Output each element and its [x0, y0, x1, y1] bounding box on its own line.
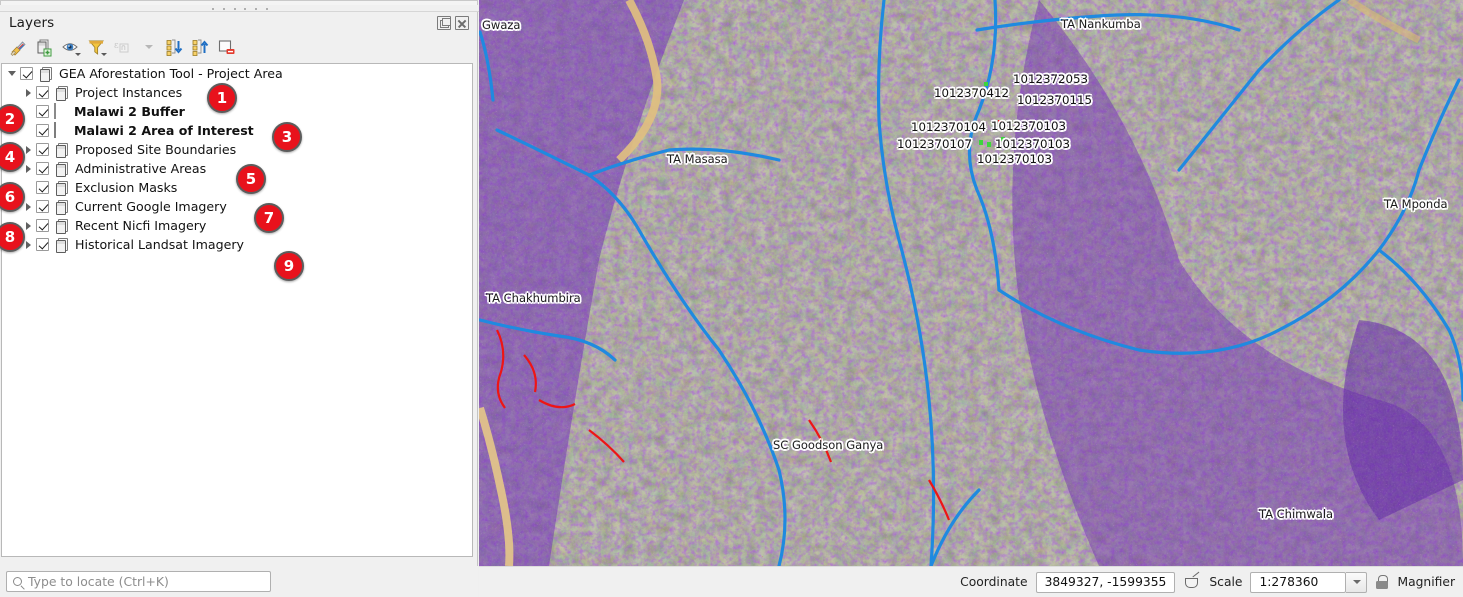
panel-title: Layers	[9, 15, 55, 31]
svg-text:ε: ε	[114, 41, 119, 51]
scale-dropdown-button[interactable]	[1346, 571, 1368, 593]
layer-row[interactable]: Project Instances	[2, 83, 472, 102]
locator-placeholder: Type to locate (Ctrl+K)	[28, 574, 169, 589]
layer-visibility-checkbox[interactable]	[36, 105, 49, 118]
layer-row[interactable]: Proposed Site Boundaries	[2, 140, 472, 159]
panel-splitter-strip	[0, 0, 480, 12]
panel-frame-edge	[0, 0, 478, 5]
layer-name-label: Project Instances	[75, 85, 183, 100]
manage-map-themes-button[interactable]	[58, 36, 82, 58]
remove-layer-button[interactable]	[214, 36, 238, 58]
raster-layer-icon	[38, 66, 55, 82]
layer-visibility-checkbox[interactable]	[36, 162, 49, 175]
expand-arrow-icon[interactable]	[20, 83, 36, 102]
layer-row[interactable]: Recent Nicfi Imagery	[2, 216, 472, 235]
layer-row[interactable]: GEA Aforestation Tool - Project Area	[2, 64, 472, 83]
statusbar-left: Type to locate (Ctrl+K)	[0, 566, 478, 597]
layer-row[interactable]: Current Google Imagery	[2, 197, 472, 216]
layer-name-label: Proposed Site Boundaries	[75, 142, 237, 157]
map-render	[479, 0, 1463, 566]
layer-visibility-checkbox[interactable]	[36, 219, 49, 232]
layer-name-label: GEA Aforestation Tool - Project Area	[59, 66, 283, 81]
layer-row[interactable]: Historical Landsat Imagery	[2, 235, 472, 254]
scale-field[interactable]: 1:278360	[1250, 571, 1347, 593]
layer-name-label: Current Google Imagery	[75, 199, 227, 214]
annotation-badge-7: 7	[254, 203, 284, 233]
coordinate-label: Coordinate	[960, 575, 1028, 589]
collapse-arrow-icon[interactable]	[4, 64, 20, 83]
remove-layer-icon	[218, 39, 234, 54]
outline-symbol-swatch-icon	[54, 122, 69, 138]
layers-toolbar: ε	[0, 34, 477, 60]
qgis-window: Layers ε GEA Aforestation Tool - Project…	[0, 0, 1463, 597]
coordinate-field[interactable]: 3849327, -1599355	[1035, 571, 1176, 593]
annotation-badge-5: 5	[236, 164, 266, 194]
layers-panel: Layers ε GEA Aforestation Tool - Project…	[0, 12, 478, 566]
layer-visibility-checkbox[interactable]	[36, 143, 49, 156]
layer-name-label: Malawi 2 Buffer	[74, 104, 185, 119]
annotation-badge-9: 9	[274, 251, 304, 281]
layer-name-label: Historical Landsat Imagery	[75, 237, 244, 252]
search-icon	[13, 577, 22, 586]
raster-layer-icon	[54, 180, 71, 196]
float-panel-icon[interactable]	[437, 16, 451, 30]
expression-dropdown	[136, 36, 160, 58]
add-group-icon	[37, 39, 51, 56]
layer-row[interactable]: Malawi 2 Area of Interest	[2, 121, 472, 140]
fill-symbol-swatch-icon	[54, 103, 69, 119]
layer-name-label: Malawi 2 Area of Interest	[74, 123, 254, 138]
raster-layer-icon	[54, 199, 71, 215]
collapse-all-button[interactable]	[188, 36, 212, 58]
layers-tree[interactable]: GEA Aforestation Tool - Project Area Proj…	[1, 63, 473, 557]
map-canvas[interactable]: Gwaza TA Nankumba TA Masasa TA Mponda TA Cha…	[479, 0, 1463, 566]
raster-layer-icon	[54, 218, 71, 234]
scale-combo[interactable]: 1:278360	[1250, 571, 1368, 593]
locator-bar[interactable]: Type to locate (Ctrl+K)	[6, 571, 271, 592]
raster-layer-icon	[54, 161, 71, 177]
close-panel-icon[interactable]	[455, 16, 469, 30]
panel-header-buttons	[437, 16, 469, 30]
brush-icon	[10, 40, 26, 56]
raster-layer-icon	[54, 237, 71, 253]
annotation-badge-3: 3	[272, 122, 302, 152]
layer-visibility-checkbox[interactable]	[36, 200, 49, 213]
layer-row[interactable]: Malawi 2 Buffer	[2, 102, 472, 121]
filter-legend-by-expression-button: ε	[110, 36, 134, 58]
layer-visibility-checkbox[interactable]	[36, 181, 49, 194]
chevron-down-icon	[75, 53, 81, 56]
splitter-handle[interactable]	[212, 7, 268, 11]
add-group-button[interactable]	[32, 36, 56, 58]
open-layer-styling-panel-button[interactable]	[6, 36, 30, 58]
coordinate-capture-icon[interactable]	[1183, 573, 1201, 591]
statusbar-right: Coordinate 3849327, -1599355 Scale 1:278…	[479, 566, 1463, 597]
expand-all-icon	[166, 39, 182, 56]
scale-label: Scale	[1209, 575, 1243, 589]
annotation-badge-1: 1	[207, 83, 237, 113]
filter-legend-by-map-content-button[interactable]	[84, 36, 108, 58]
expression-icon: ε	[114, 41, 128, 52]
chevron-down-icon	[101, 53, 107, 56]
layer-visibility-checkbox[interactable]	[36, 238, 49, 251]
layers-panel-header: Layers	[0, 12, 477, 34]
raster-layer-icon	[54, 85, 71, 101]
magnifier-label: Magnifier	[1397, 575, 1455, 589]
chevron-down-icon	[1352, 580, 1361, 584]
layer-visibility-checkbox[interactable]	[36, 124, 49, 137]
layer-name-label: Exclusion Masks	[75, 180, 178, 195]
expand-all-button[interactable]	[162, 36, 186, 58]
layer-name-label: Recent Nicfi Imagery	[75, 218, 207, 233]
layer-visibility-checkbox[interactable]	[36, 86, 49, 99]
layer-name-label: Administrative Areas	[75, 161, 207, 176]
raster-layer-icon	[54, 142, 71, 158]
layer-visibility-checkbox[interactable]	[20, 67, 33, 80]
lock-icon[interactable]	[1375, 574, 1389, 590]
collapse-all-icon	[192, 39, 208, 56]
chevron-down-icon	[144, 45, 153, 49]
